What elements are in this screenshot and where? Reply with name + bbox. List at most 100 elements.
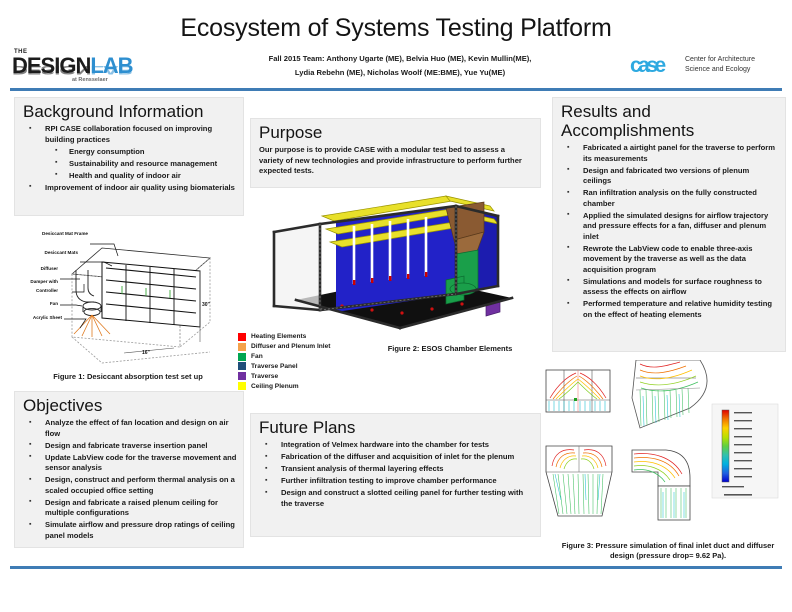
section-purpose: Purpose Our purpose is to provide CASE w… (250, 118, 541, 188)
legend-item: Traverse (238, 372, 368, 382)
objectives-section-title: Objectives (23, 396, 103, 415)
results-section-title-line-2: Accomplishments (561, 121, 695, 140)
list-item: Ran infiltration analysis on the fully c… (553, 188, 779, 209)
figure-3-caption-line-1: Figure 3: Pressure simulation of final i… (561, 541, 775, 550)
case-logo: case Center for Architecture Science and… (630, 52, 790, 82)
purpose-section-title: Purpose (259, 123, 323, 142)
designlab-subtitle: at Rensselaer (72, 77, 108, 83)
legend-item: Traverse Panel (238, 362, 368, 372)
future-plans-bullet-list: Integration of Velmex hardware into the … (251, 440, 540, 509)
legend-label: Heating Elements (251, 333, 307, 341)
list-item: Simulate airflow and pressure drop ratin… (15, 520, 237, 541)
team-credits: Fall 2015 Team: Anthony Ugarte (ME), Bel… (200, 52, 600, 80)
results-bullet-list: Fabricated a airtight panel for the trav… (553, 143, 785, 320)
list-item: Improvement of indoor air quality using … (15, 182, 237, 194)
legend-item: Ceiling Plenum (238, 381, 368, 391)
figure-1-label-desiccant-mat-frame: Desiccant Mat Frame (42, 231, 88, 236)
section-results-accomplishments: Results and Accomplishments Fabricated a… (552, 97, 786, 352)
designlab-word-design: DESIGN (12, 53, 91, 78)
list-item: Simulations and models for surface rough… (553, 276, 779, 298)
legend-swatch-diffuser-plenum-inlet (238, 342, 246, 351)
cfd-panel-top-left (545, 369, 611, 413)
list-item: Design and construct a slotted ceiling p… (251, 488, 534, 509)
figure-3-cfd-simulations (540, 359, 790, 540)
list-item: Design and fabricate traverse insertion … (15, 440, 237, 452)
figure-3-caption-line-2: design (pressure drop= 9.62 Pa). (609, 551, 727, 560)
legend-label: Ceiling Plenum (251, 382, 299, 390)
figure-2-legend: Heating Elements Diffuser and Plenum Inl… (238, 332, 368, 391)
case-tagline-line-2: Science and Ecology (685, 65, 751, 73)
figure-1-label-diffuser: Diffuser (40, 266, 58, 271)
legend-item: Heating Elements (238, 332, 368, 342)
legend-swatch-fan (238, 352, 246, 361)
team-line-2: Lydia Rebehn (ME), Nicholas Woolf (ME:BM… (294, 68, 506, 77)
list-item: Design and fabricate a raised plenum cei… (15, 497, 237, 519)
list-item: Design, construct and perform thermal an… (15, 475, 237, 496)
legend-swatch-traverse (238, 372, 246, 381)
list-item: Energy consumption (15, 146, 237, 158)
legend-swatch-heating-elements (238, 332, 246, 341)
figure-1-label-desiccant-mats: Desiccant Mats (44, 250, 78, 255)
footer-divider-rule (10, 566, 782, 569)
background-section-title: Background Information (23, 102, 204, 121)
legend-item: Diffuser and Plenum Inlet (238, 342, 368, 352)
purpose-body-text: Our purpose is to provide CASE with a mo… (259, 145, 522, 175)
figure-1-dimension-depth: 16" (142, 350, 150, 356)
cfd-panel-bottom-right (631, 449, 691, 521)
case-wordmark: case (630, 54, 666, 77)
designlab-wordmark: DESIGNLAB (12, 53, 134, 78)
legend-item: Fan (238, 352, 368, 362)
page-title: Ecosystem of Systems Testing Platform (180, 14, 612, 42)
legend-label: Fan (251, 353, 263, 361)
figure-3-caption: Figure 3: Pressure simulation of final i… (548, 541, 788, 561)
list-item: Analyze the effect of fan location and d… (15, 418, 237, 439)
legend-label: Diffuser and Plenum Inlet (251, 343, 331, 351)
background-bullet-list: RPI CASE collaboration focused on improv… (15, 124, 243, 193)
section-future-plans: Future Plans Integration of Velmex hardw… (250, 413, 541, 537)
figure-1-dimension-height: 30" (202, 302, 210, 308)
list-item: Update LabView code for the traverse mov… (15, 452, 237, 474)
list-item: Rewrote the LabView code to enable three… (553, 243, 779, 276)
figure-1-caption: Figure 1: Desiccant absorption test set … (53, 372, 203, 381)
figure-3-drawing (545, 359, 779, 521)
team-line-1: Fall 2015 Team: Anthony Ugarte (ME), Bel… (268, 54, 532, 63)
designlab-word-lab: LAB (90, 53, 133, 78)
figure-1-label-damper-with: Damper with (30, 279, 58, 284)
poster-canvas: Ecosystem of Systems Testing Platform Fa… (0, 0, 792, 612)
legend-swatch-ceiling-plenum (238, 382, 246, 391)
figure-1-drawing (60, 243, 211, 364)
future-plans-section-title: Future Plans (259, 418, 356, 437)
figure-2-chamber-render (250, 188, 539, 348)
figure-2-drawing (272, 195, 514, 330)
section-objectives: Objectives Analyze the effect of fan loc… (14, 391, 244, 548)
cfd-panel-top-right (631, 359, 708, 429)
case-tagline-line-1: Center for Architecture (685, 56, 756, 63)
list-item: Fabricated a airtight panel for the trav… (553, 143, 779, 164)
list-item: Sustainability and resource management (15, 158, 237, 170)
cfd-colorbar-legend (711, 403, 779, 499)
figure-1-label-acrylic-sheet: Acrylic Sheet (32, 315, 62, 320)
legend-label: Traverse (251, 372, 279, 380)
list-item: RPI CASE collaboration focused on improv… (15, 124, 237, 145)
list-item: Health and quality of indoor air (15, 170, 237, 182)
list-item: Further infiltration testing to improve … (251, 476, 534, 487)
objectives-bullet-list: Analyze the effect of fan location and d… (15, 418, 243, 541)
list-item: Performed temperature and relative humid… (553, 299, 779, 320)
header-divider-rule (10, 88, 782, 91)
results-section-title-line-1: Results and (561, 102, 651, 121)
figure-2-caption: Figure 2: ESOS Chamber Elements (387, 344, 513, 353)
figure-1-label-fan: Fan (49, 301, 58, 306)
figure-1-desiccant-diagram: Desiccant Mat Frame Desiccant Mats Diffu… (14, 222, 242, 387)
cfd-panel-bottom-left (545, 445, 613, 517)
case-tagline: Center for Architecture Science and Ecol… (685, 55, 755, 74)
poster-header: Ecosystem of Systems Testing Platform Fa… (0, 0, 792, 91)
list-item: Applied the simulated designs for airflo… (553, 210, 779, 243)
figure-1-label-controller: Controller (36, 288, 58, 293)
legend-swatch-traverse-panel (238, 362, 246, 371)
list-item: Fabrication of the diffuser and acquisit… (251, 452, 534, 463)
designlab-logo: DESIGNLAB THE DESIGNLAB at Rensselaer (12, 49, 152, 87)
list-item: Transient analysis of thermal layering e… (251, 464, 534, 475)
section-background-information: Background Information RPI CASE collabor… (14, 97, 244, 216)
list-item: Design and fabricated two versions of pl… (553, 165, 779, 187)
list-item: Integration of Velmex hardware into the … (251, 440, 534, 451)
